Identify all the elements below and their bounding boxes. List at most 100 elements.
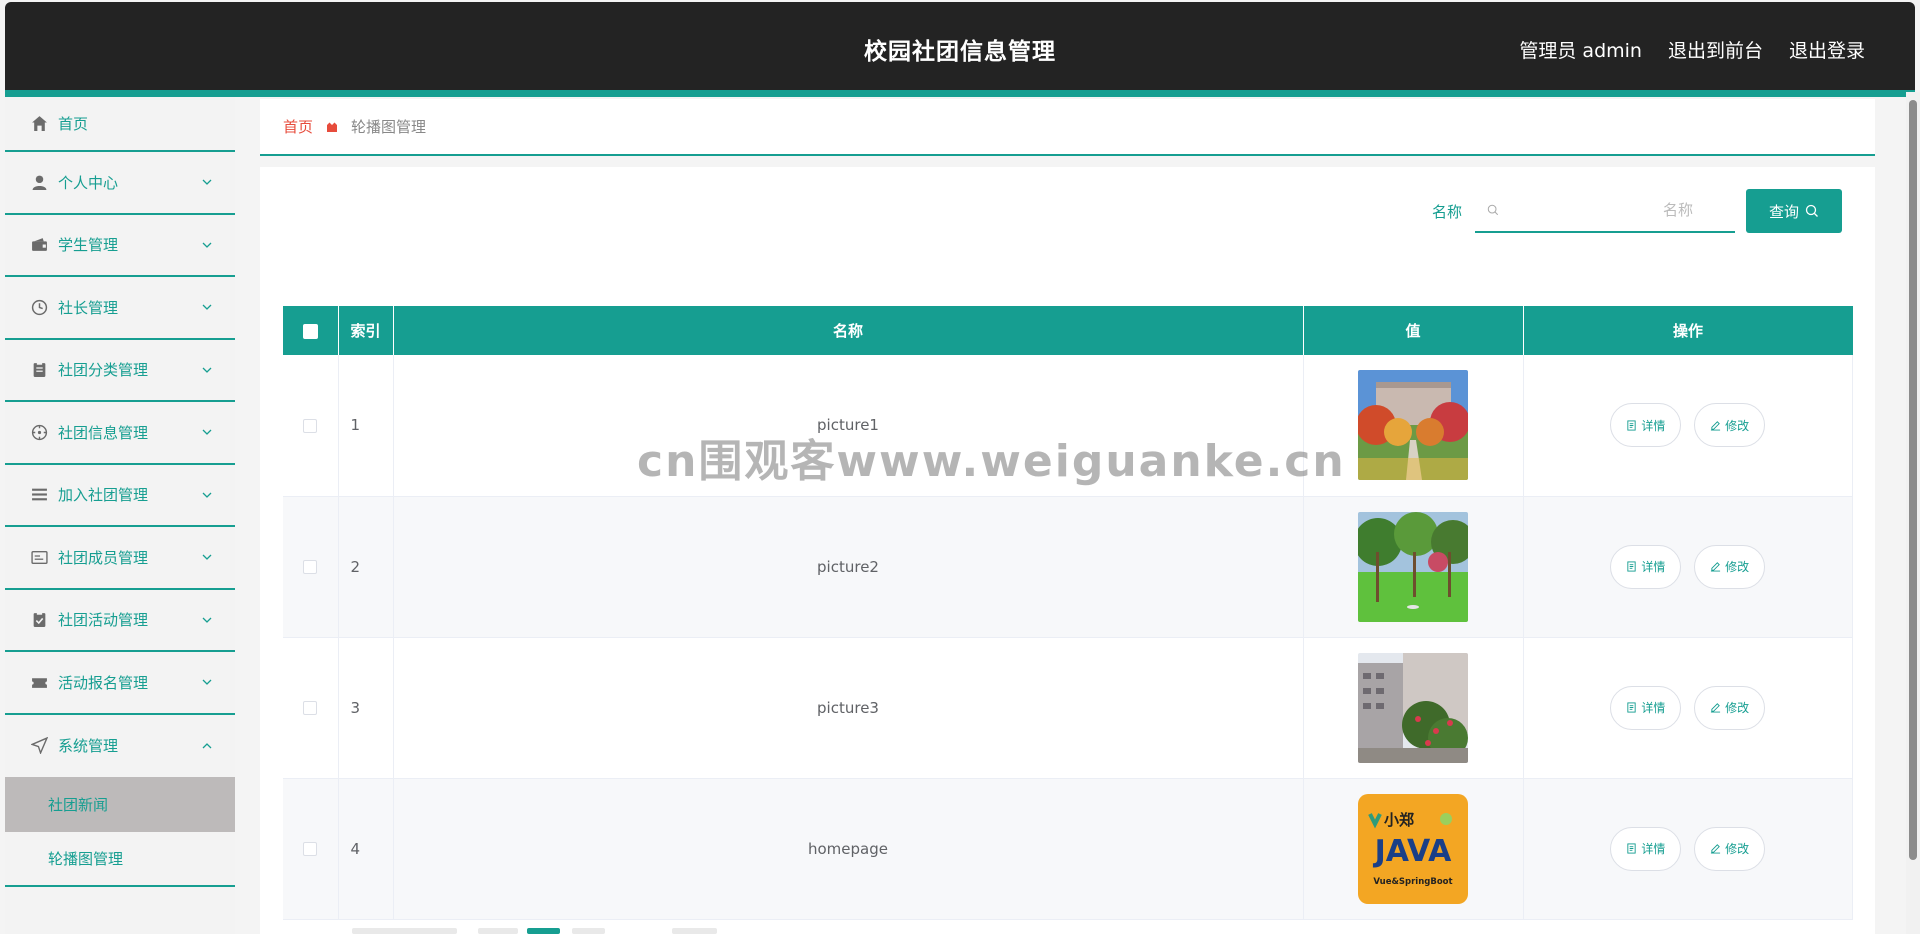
search-button[interactable]: 查询 <box>1746 189 1842 233</box>
sidebar-item-label: 活动报名管理 <box>58 673 149 692</box>
search-icon <box>1805 204 1818 217</box>
list-icon <box>30 486 48 504</box>
thumb-subtitle-text: Vue&SpringBoot <box>1373 877 1452 887</box>
edit-button[interactable]: 修改 <box>1694 685 1766 730</box>
send-icon <box>30 737 48 755</box>
sidebar-item-club-info[interactable]: 社团信息管理 <box>5 402 235 465</box>
detail-button[interactable]: 详情 <box>1610 826 1682 871</box>
table-row: 2 picture2 详情 修改 <box>283 496 1853 638</box>
exit-to-front-link[interactable]: 退出到前台 <box>1668 36 1763 63</box>
edit-icon <box>1711 844 1721 854</box>
sidebar-item-join-club[interactable]: 加入社团管理 <box>5 465 235 527</box>
select-all-checkbox[interactable] <box>302 323 318 339</box>
wallet-icon <box>30 236 48 254</box>
card-icon <box>30 548 48 566</box>
chevron-down-icon <box>202 679 212 686</box>
header-index: 索引 <box>338 306 394 355</box>
pagination-hint <box>527 928 560 934</box>
row-name: picture2 <box>393 496 1304 638</box>
chevron-down-icon <box>202 242 212 248</box>
detail-button[interactable]: 详情 <box>1610 685 1682 730</box>
admin-user-label: 管理员 admin <box>1519 40 1642 62</box>
edit-button-label: 修改 <box>1725 842 1750 856</box>
detail-button-label: 详情 <box>1641 560 1666 574</box>
row-index: 2 <box>338 496 394 638</box>
header-value: 值 <box>1303 306 1524 355</box>
row-checkbox[interactable] <box>303 560 318 574</box>
detail-button-label: 详情 <box>1641 842 1666 856</box>
row-index: 3 <box>338 637 394 779</box>
edit-icon <box>1711 420 1721 431</box>
sidebar-subitem-club-news[interactable]: 社团新闻 <box>5 777 235 832</box>
chevron-down-icon <box>202 304 212 311</box>
chevron-down-icon <box>202 617 212 623</box>
sidebar-subitem-label: 社团新闻 <box>48 796 109 814</box>
row-checkbox[interactable] <box>303 842 318 856</box>
sidebar-subitem-carousel[interactable]: 轮播图管理 <box>5 832 235 887</box>
chevron-up-icon <box>202 742 212 749</box>
page-scrollbar-thumb[interactable] <box>1909 100 1917 860</box>
table-header-row: 索引 名称 值 操作 <box>283 306 1853 355</box>
clipboard-icon <box>30 361 48 379</box>
sidebar-item-president[interactable]: 社长管理 <box>5 277 235 340</box>
sidebar-item-system[interactable]: 系统管理 <box>5 715 235 778</box>
sidebar-item-student[interactable]: 学生管理 <box>5 215 235 277</box>
header-accent-bar <box>5 90 1915 97</box>
sidebar-item-label: 社团活动管理 <box>58 611 149 630</box>
row-checkbox[interactable] <box>303 701 318 715</box>
edit-button-label: 修改 <box>1725 418 1750 433</box>
springboot-logo-icon <box>1440 812 1452 825</box>
breadcrumb: 首页 轮播图管理 <box>260 99 1875 156</box>
check-clipboard-icon <box>30 611 48 629</box>
document-icon <box>1627 702 1636 713</box>
logout-link[interactable]: 退出登录 <box>1789 36 1865 63</box>
carousel-table: 索引 名称 值 操作 1 picture1 详情 修改 2 picture2 详… <box>283 306 1853 920</box>
thumb-title-text: JAVA <box>1373 834 1453 869</box>
sidebar-item-label: 学生管理 <box>58 236 119 255</box>
chevron-down-icon <box>202 554 212 561</box>
edit-icon <box>1711 562 1721 572</box>
edit-button-label: 修改 <box>1725 560 1750 574</box>
thumb-brand-text: 小郑 <box>1384 811 1414 829</box>
edit-button[interactable]: 修改 <box>1694 826 1766 871</box>
sidebar-item-label: 社长管理 <box>58 298 119 317</box>
detail-button[interactable]: 详情 <box>1610 403 1682 448</box>
sidebar-item-label: 社团分类管理 <box>58 361 149 380</box>
search-button-label: 查询 <box>1768 202 1799 221</box>
campus-autumn-trees-thumbnail[interactable] <box>1358 370 1468 481</box>
table-row: 4 homepage 小郑 JAVA Vue&SpringBoot 详情 修改 <box>283 778 1853 920</box>
sidebar-item-home[interactable]: 首页 <box>5 97 235 152</box>
row-checkbox[interactable] <box>303 418 318 433</box>
header-actions: 管理员 admin 退出到前台 退出登录 <box>1519 36 1865 63</box>
table-row: 3 picture3 详情 修改 <box>283 637 1853 779</box>
sidebar-item-club-activities[interactable]: 社团活动管理 <box>5 590 235 652</box>
sidebar-item-personal-center[interactable]: 个人中心 <box>5 152 235 215</box>
chevron-down-icon <box>202 429 212 436</box>
row-index: 4 <box>338 778 394 920</box>
pagination-hint <box>672 928 717 934</box>
document-icon <box>1627 420 1636 431</box>
row-index: 1 <box>338 355 394 497</box>
breadcrumb-home[interactable]: 首页 <box>283 116 313 137</box>
search-input[interactable] <box>1499 201 1723 219</box>
pagination-hint <box>478 928 518 934</box>
campus-building-thumbnail[interactable] <box>1358 652 1468 763</box>
sidebar-item-activity-signup[interactable]: 活动报名管理 <box>5 652 235 715</box>
header-name: 名称 <box>393 306 1304 355</box>
chevron-down-icon <box>202 367 212 373</box>
detail-button-label: 详情 <box>1641 701 1666 715</box>
campus-lawn-thumbnail[interactable] <box>1358 511 1468 622</box>
edit-button[interactable]: 修改 <box>1694 403 1766 448</box>
sidebar-item-label: 社团成员管理 <box>58 548 149 567</box>
sidebar-item-club-members[interactable]: 社团成员管理 <box>5 527 235 590</box>
sidebar-item-club-category[interactable]: 社团分类管理 <box>5 340 235 402</box>
breadcrumb-current: 轮播图管理 <box>351 118 427 136</box>
sidebar-item-label: 加入社团管理 <box>58 486 149 505</box>
detail-button[interactable]: 详情 <box>1610 544 1682 589</box>
header-select-all[interactable] <box>283 306 339 355</box>
java-logo-thumbnail[interactable]: 小郑 JAVA Vue&SpringBoot <box>1358 793 1468 904</box>
sidebar-subitem-label: 轮播图管理 <box>48 850 124 868</box>
edit-button[interactable]: 修改 <box>1694 544 1766 589</box>
chevron-down-icon <box>202 492 212 498</box>
row-name: homepage <box>393 778 1304 920</box>
